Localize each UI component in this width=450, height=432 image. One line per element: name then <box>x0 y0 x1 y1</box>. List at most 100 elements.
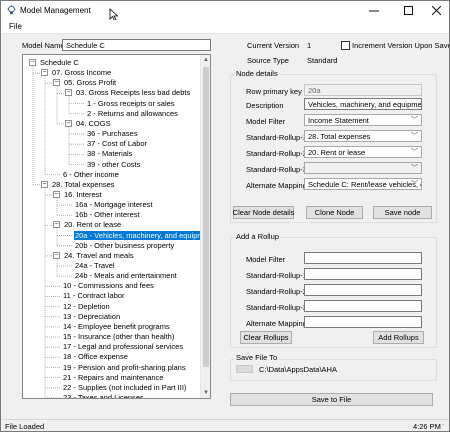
scroll-down-icon[interactable]: ▼ <box>201 388 210 398</box>
tree-leaf-node[interactable]: 11 - Contract labor <box>62 291 126 301</box>
rollup1-select[interactable]: 28. Total expenses ﹀ <box>304 130 422 142</box>
collapse-toggle-icon[interactable]: − <box>41 69 48 77</box>
close-icon <box>431 6 441 15</box>
model-filter-value: Income Statement <box>308 116 369 125</box>
tree-leaf-node[interactable]: 2 - Returns and allowances <box>86 109 179 119</box>
tree-node-label: 16a - Mortgage interest <box>75 200 153 210</box>
tree-leaf-node[interactable]: 15 - Insurance (other than health) <box>62 332 175 342</box>
tree-leaf-node[interactable]: 21 - Repairs and maintenance <box>62 373 164 383</box>
tree-node-label: 18 - Office expense <box>63 352 128 362</box>
model-name-input[interactable]: Schedule C <box>62 39 211 51</box>
tree-leaf-node[interactable]: 12 - Depletion <box>62 302 111 312</box>
increment-version-checkbox[interactable] <box>341 41 350 50</box>
tree-leaf-node[interactable]: 20b - Other business property <box>74 241 175 251</box>
add-rollups-button[interactable]: Add Rollups <box>373 331 424 344</box>
node-details-title: Node details <box>234 69 280 78</box>
collapse-toggle-icon[interactable]: − <box>53 221 60 229</box>
add-rollup1-label: Standard-Rollup-1 <box>246 271 307 280</box>
tree-vertical-scrollbar[interactable]: ▲ ▼ <box>200 55 210 398</box>
tree-node-label: 04. COGS <box>76 118 111 128</box>
chevron-down-icon: ﹀ <box>411 133 418 140</box>
tree-node-label: 03. Gross Receipts less bad debts <box>76 88 191 98</box>
clear-rollups-button[interactable]: Clear Rollups <box>240 331 292 344</box>
tree-leaf-node[interactable]: 37 - Cost of Labor <box>86 139 148 149</box>
alt-mapping-select[interactable]: Schedule C: Rent/lease vehicles, e ﹀ <box>304 178 422 190</box>
close-button[interactable] <box>421 1 449 20</box>
tree-leaf-node[interactable]: 14 - Employee benefit programs <box>62 322 171 332</box>
tree-leaf-node[interactable]: 18 - Office expense <box>62 352 129 362</box>
tree-group-node[interactable]: −20. Rent or lease <box>53 220 122 230</box>
tree-group-node[interactable]: −05. Gross Profit <box>53 78 117 88</box>
tree-leaf-node[interactable]: 16b - Other interest <box>74 210 141 220</box>
tree-leaf-node[interactable]: 19 - Pension and profit-sharing plans <box>62 363 187 373</box>
save-node-button[interactable]: Save node <box>373 206 432 219</box>
model-tree[interactable]: − Schedule C −07. Gross Income −05. Gross P… <box>22 54 211 399</box>
tree-group-node[interactable]: −16. Interest <box>53 189 103 200</box>
add-model-filter-input[interactable] <box>304 252 422 264</box>
minimize-button[interactable] <box>359 1 389 20</box>
clone-node-button[interactable]: Clone Node <box>306 206 363 219</box>
tree-group-node[interactable]: −28. Total expenses <box>41 180 115 190</box>
add-rollup2-label: Standard-Rollup-2 <box>246 287 307 296</box>
menu-file[interactable]: File <box>9 22 22 31</box>
add-alt-mapping-input[interactable] <box>304 316 422 328</box>
collapse-toggle-icon[interactable]: − <box>53 251 60 259</box>
tree-leaf-node[interactable]: 22 - Supplies (not included in Part III) <box>62 383 187 393</box>
model-management-window: Model Management File Model Name Schedul… <box>0 0 450 432</box>
tree-node-label: 14 - Employee benefit programs <box>63 321 170 331</box>
tree-node-label: 10 - Commissions and fees <box>63 281 154 291</box>
tree-node-label: 11 - Contract labor <box>63 291 125 301</box>
tree-node-label: 16. Interest <box>64 189 102 199</box>
tree-leaf-node[interactable]: 1 - Gross receipts or sales <box>86 99 176 109</box>
tree-node-label: 07. Gross Income <box>52 68 112 78</box>
model-filter-select[interactable]: Income Statement ﹀ <box>304 114 422 126</box>
scroll-thumb[interactable] <box>203 67 209 367</box>
tree-leaf-node[interactable]: 20a - Vehicles, machinery, and equipment <box>74 230 210 241</box>
save-to-file-button[interactable]: Save to File <box>230 393 433 406</box>
tree-leaf-node[interactable]: 17 - Legal and professional services <box>62 342 184 352</box>
collapse-toggle-icon[interactable]: − <box>53 190 60 198</box>
tree-leaf-node[interactable]: 36 - Purchases <box>86 129 138 139</box>
add-rollup2-input[interactable] <box>304 284 422 296</box>
tree-leaf-node[interactable]: 23 - Taxes and Licenses <box>62 393 145 398</box>
description-label: Description <box>246 101 284 110</box>
collapse-toggle-icon[interactable]: − <box>65 119 72 127</box>
tree-leaf-node[interactable]: 16a - Mortgage interest <box>74 200 154 210</box>
tree-node-label: 37 - Cost of Labor <box>87 139 148 149</box>
resize-grip-icon[interactable]: ⋰ <box>437 423 444 431</box>
collapse-toggle-icon[interactable]: − <box>65 89 72 97</box>
title-bar[interactable]: Model Management <box>1 1 449 22</box>
tree-node-label: 24. Travel and meals <box>64 250 134 260</box>
maximize-button[interactable] <box>393 1 423 20</box>
tree-node-label: 22 - Supplies (not included in Part III) <box>63 382 187 392</box>
tree-node-label: 21 - Repairs and maintenance <box>63 372 164 382</box>
tree-group-node[interactable]: −24. Travel and meals <box>53 250 135 261</box>
add-model-filter-label: Model Filter <box>246 255 286 264</box>
tree-leaf-node[interactable]: 10 - Commissions and fees <box>62 281 155 291</box>
add-rollup1-input[interactable] <box>304 268 422 280</box>
collapse-toggle-icon[interactable]: − <box>41 180 48 188</box>
description-input[interactable]: Vehicles, machinery, and equipment <box>304 98 422 110</box>
source-type-label: Source Type <box>247 56 289 65</box>
rollup3-select[interactable]: ﹀ <box>304 162 422 174</box>
tree-group-node[interactable]: −03. Gross Receipts less bad debts <box>65 88 191 98</box>
tree-leaf-node[interactable]: 13 - Depreciation <box>62 312 121 322</box>
tree-leaf-node[interactable]: 39 - other Costs <box>86 160 141 170</box>
collapse-toggle-icon[interactable]: − <box>29 59 36 66</box>
collapse-toggle-icon[interactable]: − <box>53 79 60 87</box>
tree-leaf-node[interactable]: 38 - Materials <box>86 149 133 159</box>
row-key-label: Row primary key <box>246 87 302 96</box>
tree-group-node[interactable]: −04. COGS <box>65 118 112 129</box>
tree-leaf-node[interactable]: 24a - Travel <box>74 261 116 271</box>
folder-browse-button[interactable] <box>236 365 253 373</box>
tree-group-node[interactable]: − Schedule C <box>29 58 80 68</box>
tree-leaf-node[interactable]: 24b - Meals and entertainment <box>74 271 178 281</box>
status-bar: File Loaded 4:26 PM ⋰ <box>1 419 449 431</box>
rollup2-select[interactable]: 20. Rent or lease ﹀ <box>304 146 422 158</box>
add-alt-mapping-label: Alternate Mapping <box>246 319 307 328</box>
tree-leaf-node[interactable]: 6 - Other income <box>62 170 120 180</box>
tree-group-node[interactable]: −07. Gross Income <box>41 68 112 78</box>
add-rollup3-input[interactable] <box>304 300 422 312</box>
scroll-up-icon[interactable]: ▲ <box>201 55 210 65</box>
clear-node-details-button[interactable]: Clear Node details <box>233 206 294 219</box>
